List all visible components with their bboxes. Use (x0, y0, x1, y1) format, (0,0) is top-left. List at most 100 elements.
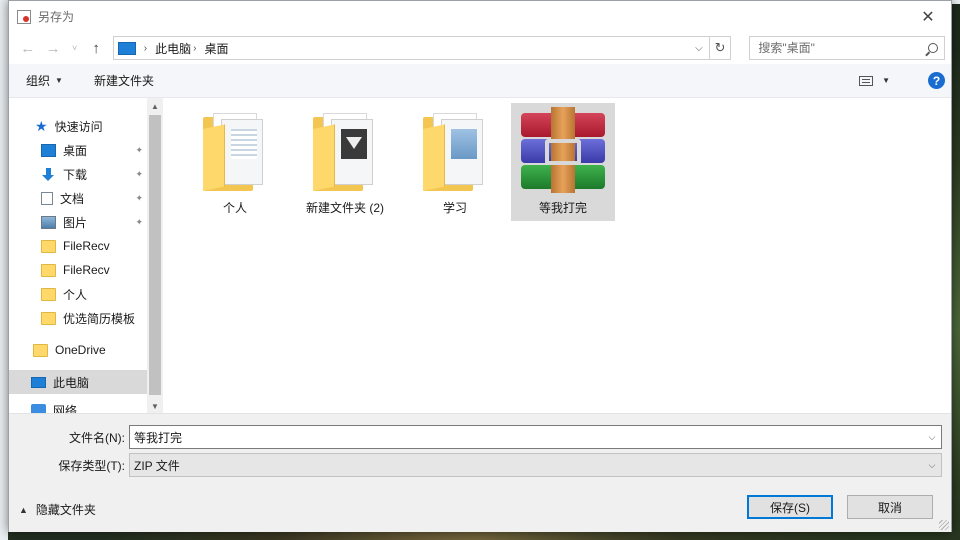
nav-item-label: 此电脑 (53, 375, 90, 390)
file-item-folder[interactable]: 新建文件夹 (2) (293, 103, 397, 221)
filename-dropdown-icon[interactable]: ⌵ (923, 432, 941, 443)
nav-item-this-pc[interactable]: 此电脑 (9, 370, 147, 394)
up-arrow-icon[interactable]: ↑ (83, 36, 108, 60)
title-bar[interactable]: 另存为 ✕ (9, 1, 951, 32)
scroll-up-icon[interactable]: ▲ (147, 98, 163, 114)
folder-icon (313, 109, 377, 193)
nav-item-label: 文档 (60, 191, 85, 206)
folder-icon (203, 109, 267, 193)
file-item-folder[interactable]: 个人 (183, 103, 287, 221)
folder-icon (423, 109, 487, 193)
refresh-icon[interactable]: ↻ (709, 36, 732, 60)
folder-icon (41, 311, 56, 325)
pin-icon: ✦ (135, 168, 143, 179)
background-window-edge-left (0, 0, 8, 540)
folder-icon (33, 343, 48, 357)
organize-button[interactable]: 组织 ▼ (26, 72, 63, 89)
filetype-row: 保存类型(T): ZIP 文件 ⌵ (9, 453, 942, 477)
file-item-folder[interactable]: 学习 (403, 103, 507, 221)
filetype-value: ZIP 文件 (134, 458, 180, 473)
file-item-label: 新建文件夹 (2) (305, 201, 384, 215)
file-item-archive[interactable]: 等我打完 (511, 103, 615, 221)
forward-arrow-icon[interactable]: → (40, 36, 65, 60)
nav-item-resume-templates[interactable]: 优选简历模板 (9, 306, 147, 330)
command-bar: 组织 ▼ 新建文件夹 ▼ ? (9, 64, 951, 98)
hide-folders-toggle[interactable]: ▲ 隐藏文件夹 (19, 501, 96, 518)
chevron-up-icon: ▲ (19, 504, 28, 515)
computer-icon (31, 376, 46, 388)
search-box[interactable] (749, 36, 945, 60)
save-options-panel: 文件名(N): ⌵ 保存类型(T): ZIP 文件 ⌵ ▲ 隐藏文件夹 保存(S… (9, 413, 951, 532)
organize-caret-icon: ▼ (55, 76, 63, 85)
scrollbar-thumb[interactable] (149, 115, 161, 395)
help-button[interactable]: ? (928, 72, 945, 89)
save-dialog-icon (17, 9, 31, 24)
download-icon (41, 167, 56, 181)
nav-item-filerecv-2[interactable]: FileRecv (9, 258, 147, 282)
folder-icon (41, 287, 56, 301)
breadcrumb-separator-icon: › (143, 42, 148, 54)
pin-icon: ✦ (135, 144, 143, 155)
breadcrumb-desktop[interactable]: 桌面 (205, 40, 229, 57)
search-icon[interactable] (928, 43, 938, 53)
resize-grip-icon[interactable] (939, 520, 949, 530)
nav-item-label: OneDrive (55, 343, 106, 357)
filetype-select[interactable]: ZIP 文件 ⌵ (129, 453, 942, 477)
desktop-icon (41, 143, 56, 157)
save-as-dialog: 另存为 ✕ ← → ˅ ↑ › 此电脑 › 桌面 ⌵ ↻ 组织 ▼ 新建文件夹 … (8, 0, 952, 532)
dialog-body: ★ 快速访问 桌面 ✦ 下载 ✦ 文档 ✦ 图片 ✦ FileRecv File… (9, 98, 951, 414)
navigation-pane: ★ 快速访问 桌面 ✦ 下载 ✦ 文档 ✦ 图片 ✦ FileRecv File… (9, 98, 163, 414)
cancel-button[interactable]: 取消 (847, 495, 933, 519)
nav-item-pictures[interactable]: 图片 ✦ (9, 210, 147, 234)
nav-item-label: FileRecv (63, 263, 110, 277)
window-title: 另存为 (38, 10, 75, 24)
back-arrow-icon[interactable]: ← (15, 36, 40, 60)
hide-folders-label: 隐藏文件夹 (35, 503, 96, 517)
nav-item-label: FileRecv (63, 239, 110, 253)
filetype-dropdown-icon[interactable]: ⌵ (923, 460, 941, 471)
nav-item-onedrive[interactable]: OneDrive (9, 338, 147, 362)
computer-icon (117, 41, 136, 55)
scroll-down-icon[interactable]: ▼ (147, 398, 163, 414)
pictures-icon (41, 215, 56, 229)
nav-item-label: 桌面 (63, 143, 88, 158)
nav-item-downloads[interactable]: 下载 ✦ (9, 162, 147, 186)
nav-item-documents[interactable]: 文档 ✦ (9, 186, 147, 210)
nav-item-label: 优选简历模板 (63, 311, 136, 326)
address-row: ← → ˅ ↑ › 此电脑 › 桌面 ⌵ ↻ (9, 32, 951, 64)
search-input[interactable] (758, 41, 925, 55)
change-view-button[interactable]: ▼ (859, 75, 890, 86)
address-bar[interactable]: › 此电脑 › 桌面 ⌵ (112, 36, 710, 60)
file-item-label: 等我打完 (538, 201, 587, 215)
file-list: 个人 新建文件夹 (2) 学习 等我打完 (163, 98, 951, 414)
organize-label: 组织 (26, 74, 51, 88)
file-item-label: 个人 (222, 201, 247, 215)
file-item-label: 学习 (442, 201, 467, 215)
new-folder-button[interactable]: 新建文件夹 (94, 72, 154, 89)
star-icon: ★ (35, 118, 48, 134)
breadcrumb-this-pc[interactable]: 此电脑 (155, 40, 191, 57)
document-icon (41, 191, 53, 205)
breadcrumb-separator-icon[interactable]: › (193, 43, 196, 54)
filename-label: 文件名(N): (69, 430, 125, 445)
filename-combobox[interactable]: ⌵ (129, 425, 942, 449)
winrar-archive-icon (517, 107, 609, 193)
close-button[interactable]: ✕ (905, 1, 951, 32)
nav-item-quick-access[interactable]: ★ 快速访问 (9, 114, 147, 138)
filename-row: 文件名(N): ⌵ (9, 425, 942, 449)
save-button[interactable]: 保存(S) (747, 495, 833, 519)
nav-item-filerecv[interactable]: FileRecv (9, 234, 147, 258)
filetype-label: 保存类型(T): (58, 458, 125, 473)
nav-item-label: 快速访问 (54, 119, 103, 134)
nav-item-label: 图片 (63, 215, 88, 230)
pin-icon: ✦ (135, 216, 143, 227)
address-dropdown-icon[interactable]: ⌵ (689, 43, 709, 54)
recent-locations-chevron-icon[interactable]: ˅ (66, 36, 84, 60)
nav-item-personal[interactable]: 个人 (9, 282, 147, 306)
navigation-scrollbar[interactable]: ▲ ▼ (147, 98, 163, 414)
navigation-tree: ★ 快速访问 桌面 ✦ 下载 ✦ 文档 ✦ 图片 ✦ FileRecv File… (9, 98, 147, 414)
nav-item-desktop[interactable]: 桌面 ✦ (9, 138, 147, 162)
filename-input[interactable] (134, 430, 923, 444)
nav-item-network[interactable]: 网络 (9, 398, 147, 414)
pin-icon: ✦ (135, 192, 143, 203)
